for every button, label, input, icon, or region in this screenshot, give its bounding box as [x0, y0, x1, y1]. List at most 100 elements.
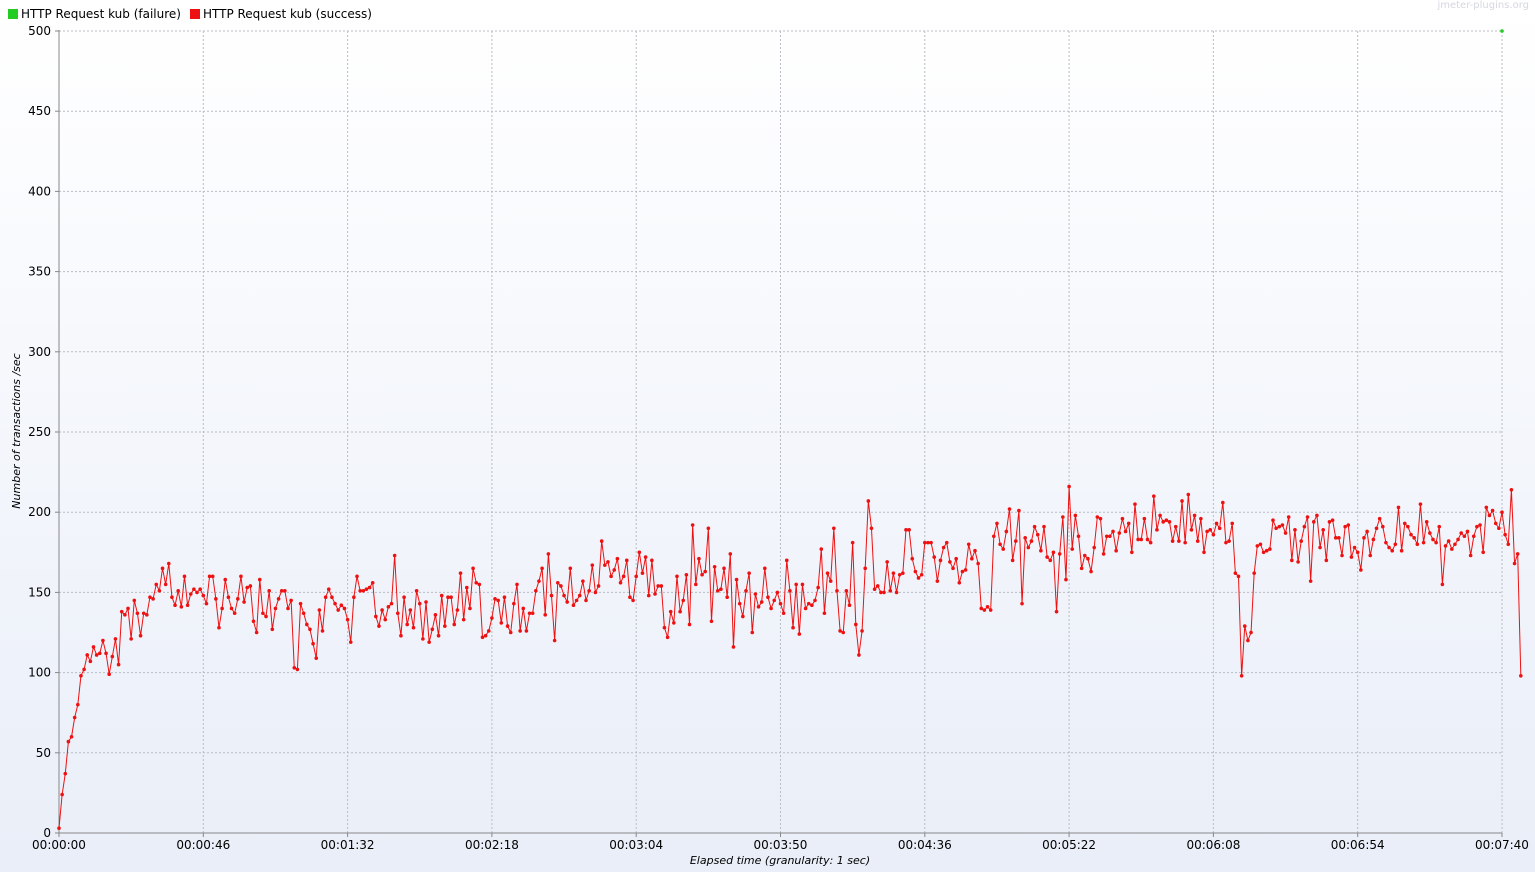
- data-point-success: [505, 624, 510, 628]
- data-point-success: [63, 771, 68, 776]
- data-point-success: [1346, 523, 1351, 527]
- data-point-success: [1274, 526, 1278, 531]
- data-point-success: [1104, 534, 1109, 539]
- data-point-success: [1490, 508, 1495, 513]
- data-point-success: [1079, 566, 1084, 571]
- data-point-success: [806, 601, 811, 606]
- data-point-success: [1170, 539, 1175, 543]
- data-point-success: [784, 558, 789, 563]
- data-point-success: [643, 555, 648, 559]
- data-point-success: [289, 598, 293, 603]
- data-point-success: [781, 611, 786, 616]
- data-point-success: [894, 590, 899, 595]
- data-point-success: [116, 662, 121, 667]
- x-tick-label: 00:05:22: [1042, 838, 1096, 852]
- data-point-success: [245, 585, 250, 590]
- data-point-success: [1468, 553, 1473, 558]
- data-point-success: [220, 606, 224, 611]
- data-point-success: [778, 601, 783, 606]
- data-point-success: [1004, 529, 1009, 534]
- data-point-success: [1424, 520, 1429, 524]
- data-point-success: [923, 540, 927, 545]
- data-point-success: [104, 651, 108, 656]
- data-point-success: [615, 556, 620, 561]
- data-point-success: [449, 595, 453, 600]
- data-point-success: [97, 651, 102, 656]
- data-point-success: [195, 590, 199, 595]
- data-point-success: [1032, 524, 1037, 529]
- data-point-success: [424, 600, 428, 604]
- data-point-success: [1076, 534, 1081, 539]
- data-point-success: [1211, 532, 1216, 537]
- y-tick-labels: 050100150200250300350400450500: [28, 24, 59, 840]
- series-line-success: [58, 486, 1522, 829]
- data-point-success: [1252, 571, 1256, 575]
- data-point-success: [769, 606, 773, 611]
- data-point-success: [138, 633, 143, 638]
- x-tick-label: 00:00:46: [176, 838, 230, 852]
- data-point-success: [110, 654, 115, 659]
- data-point-success: [1337, 536, 1341, 540]
- data-point-success: [540, 566, 544, 571]
- data-point-success: [1271, 518, 1275, 523]
- data-point-success: [1045, 555, 1049, 559]
- data-point-success: [236, 597, 240, 601]
- data-point-success: [1327, 520, 1332, 524]
- data-point-success: [192, 587, 196, 591]
- data-point-success: [458, 571, 463, 575]
- data-point-success: [229, 606, 234, 611]
- data-point-success: [483, 633, 488, 638]
- data-point-success: [82, 667, 86, 672]
- x-tick-label: 00:03:50: [754, 838, 808, 852]
- data-point-success: [1343, 524, 1347, 529]
- data-point-success: [741, 614, 745, 619]
- data-point-success: [1020, 601, 1024, 606]
- data-point-success: [217, 625, 221, 630]
- data-point-success: [1217, 526, 1222, 531]
- data-point-success: [411, 625, 416, 630]
- data-point-success: [1434, 540, 1438, 545]
- data-point-success: [1478, 523, 1482, 527]
- data-point-success: [1139, 537, 1144, 542]
- data-point-success: [863, 566, 867, 571]
- data-point-success: [665, 635, 670, 640]
- y-tick-label: 200: [28, 505, 51, 519]
- data-point-success: [869, 526, 874, 531]
- data-point-success: [314, 656, 319, 660]
- data-point-success: [1173, 524, 1178, 529]
- data-point-success: [1189, 528, 1194, 532]
- data-point-success: [1296, 560, 1300, 564]
- data-point-success: [276, 597, 281, 601]
- data-point-success: [888, 589, 893, 593]
- data-point-success: [822, 611, 827, 616]
- data-point-success: [979, 606, 984, 611]
- data-point-success: [311, 641, 315, 646]
- data-point-success: [853, 622, 858, 627]
- data-point-success: [242, 600, 246, 604]
- data-point-success: [1148, 540, 1153, 545]
- x-tick-label: 00:03:04: [609, 838, 663, 852]
- data-point-success: [157, 589, 162, 593]
- data-point-success: [1239, 674, 1244, 678]
- data-point-success: [543, 613, 548, 617]
- data-point-success: [1318, 545, 1322, 550]
- data-point-success: [1446, 539, 1451, 543]
- data-point-success: [1359, 568, 1363, 572]
- data-point-success: [1249, 630, 1253, 635]
- data-point-success: [499, 621, 504, 625]
- data-point-success: [1152, 494, 1156, 498]
- data-point-success: [1180, 499, 1184, 503]
- data-point-success: [1462, 534, 1467, 539]
- data-point-success: [163, 582, 168, 587]
- data-point-success: [891, 571, 896, 575]
- data-point-success: [609, 574, 613, 579]
- data-point-success: [628, 595, 632, 600]
- data-point-success: [1010, 558, 1015, 563]
- data-point-success: [640, 571, 645, 575]
- data-point-success: [254, 630, 259, 635]
- data-point-success: [722, 566, 726, 571]
- data-point-success: [524, 629, 529, 633]
- data-point-success: [1418, 502, 1423, 506]
- data-point-success: [1475, 524, 1479, 529]
- data-point-success: [330, 595, 334, 600]
